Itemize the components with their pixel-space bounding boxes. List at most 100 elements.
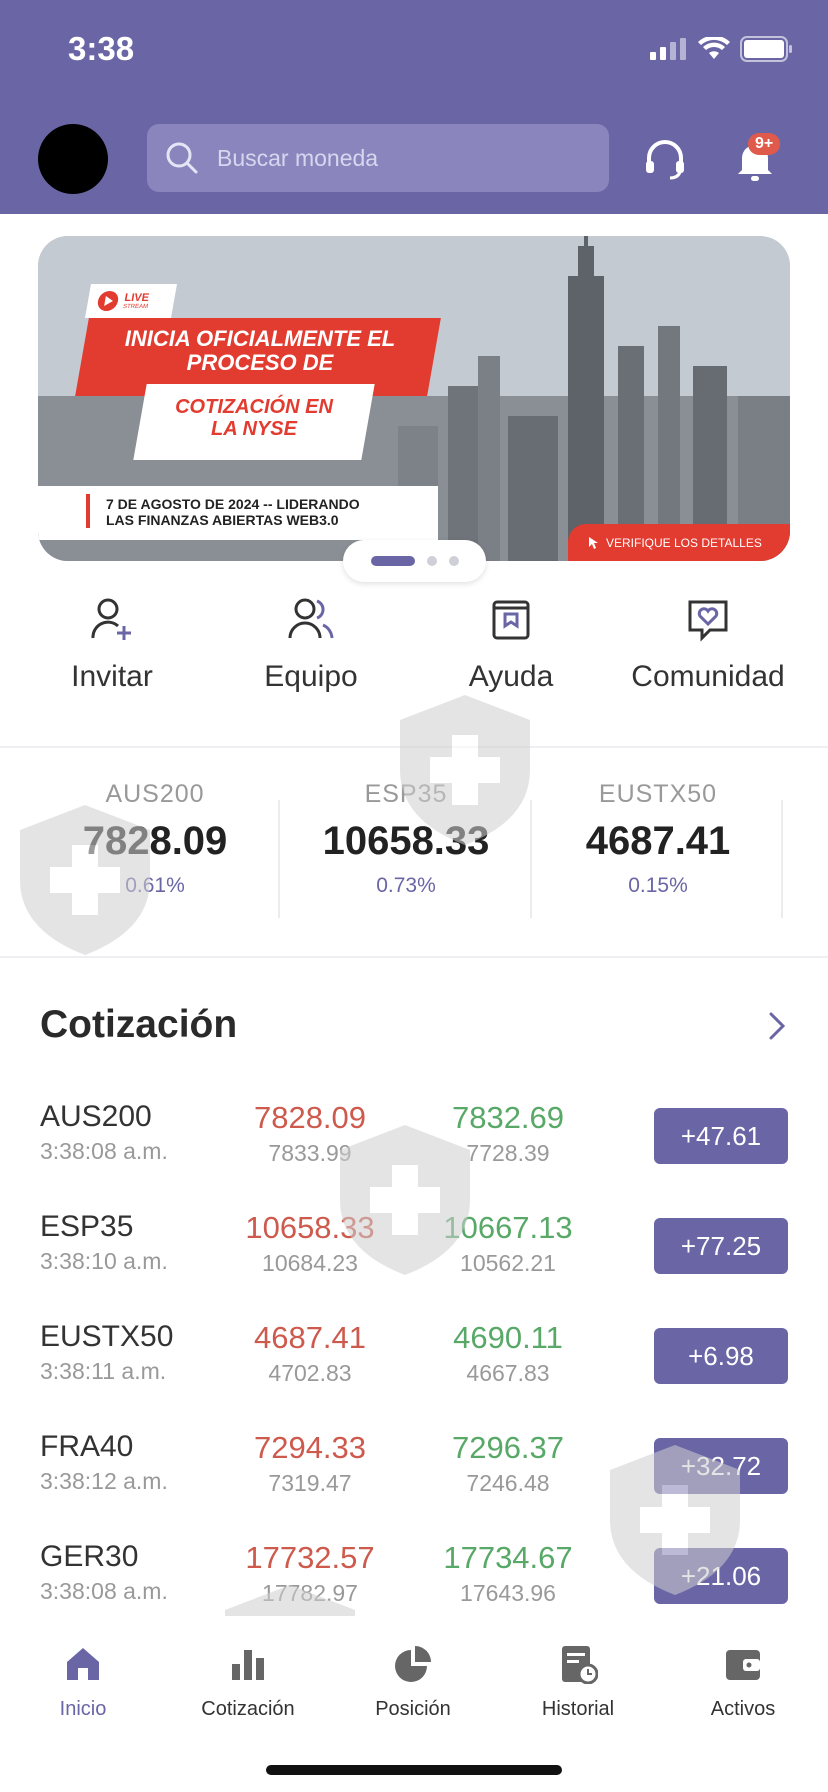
index-card[interactable]: AUS200 7828.09 0.61% bbox=[29, 780, 281, 898]
banner-headline-line1: INICIA OFICIALMENTE EL bbox=[124, 326, 396, 351]
pie-chart-icon bbox=[395, 1646, 431, 1682]
team-icon bbox=[288, 598, 334, 639]
promo-banner[interactable]: LIVE STREAM INICIA OFICIALMENTE EL PROCE… bbox=[38, 236, 790, 561]
tab-label: Activos bbox=[710, 1698, 776, 1720]
quote-symbol: AUS200 bbox=[40, 1100, 152, 1133]
app-header: 3:38 Buscar moneda 9+ bbox=[0, 0, 828, 214]
index-card[interactable]: ESP35 10658.33 0.73% bbox=[280, 780, 532, 898]
carousel-dot-active[interactable] bbox=[370, 556, 415, 566]
index-name: EUSTX50 bbox=[598, 780, 718, 808]
shortcut-label: Comunidad bbox=[631, 660, 785, 693]
index-separator bbox=[530, 800, 532, 918]
quote-ask: 10667.13 bbox=[443, 1210, 573, 1245]
quote-row[interactable]: EUSTX50 3:38:11 a.m. 4687.41 4702.83 469… bbox=[0, 1320, 828, 1410]
quote-ask: 4690.11 bbox=[453, 1320, 563, 1355]
tab-activos[interactable]: Activos bbox=[668, 1644, 818, 1721]
section-divider bbox=[0, 746, 828, 748]
shortcut-comunidad[interactable]: Comunidad bbox=[608, 596, 808, 694]
quote-ask: 7832.69 bbox=[451, 1100, 565, 1135]
quote-change-button[interactable]: +32.72 bbox=[654, 1438, 788, 1494]
banner-date-line2: LAS FINANZAS ABIERTAS WEB3.0 bbox=[106, 512, 339, 528]
pointer-icon bbox=[589, 536, 598, 549]
index-percent: 0.61% bbox=[125, 874, 185, 897]
banner-highlight-line1: COTIZACIÓN EN bbox=[175, 396, 333, 418]
headset-icon[interactable] bbox=[640, 134, 690, 184]
live-badge: LIVE STREAM bbox=[85, 284, 177, 318]
chevron-right-icon[interactable] bbox=[766, 1010, 788, 1042]
tab-label: Inicio bbox=[59, 1698, 107, 1720]
shortcut-label: Invitar bbox=[71, 660, 153, 693]
carousel-dots[interactable] bbox=[343, 540, 486, 582]
battery-icon bbox=[740, 36, 792, 62]
tab-label: Historial bbox=[541, 1698, 615, 1720]
index-summary: AUS200 7828.09 0.61% ESP35 10658.33 0.73… bbox=[0, 780, 828, 920]
tab-historial[interactable]: Historial bbox=[503, 1644, 653, 1721]
index-name: ESP35 bbox=[364, 780, 448, 808]
quote-change-button[interactable]: +21.06 bbox=[654, 1548, 788, 1604]
banner-date-accent bbox=[86, 494, 90, 528]
tab-cotizacion[interactable]: Cotización bbox=[173, 1644, 323, 1721]
history-icon bbox=[562, 1646, 598, 1684]
signal-icon bbox=[650, 38, 686, 60]
banner-date-line1: 7 DE AGOSTO DE 2024 -- LIDERANDO bbox=[106, 496, 360, 512]
shortcut-ayuda[interactable]: Ayuda bbox=[411, 596, 611, 694]
quote-bid: 4687.41 bbox=[253, 1320, 367, 1355]
quote-change-button[interactable]: +77.25 bbox=[654, 1218, 788, 1274]
banner-cta[interactable]: VERIFIQUE LOS DETALLES bbox=[568, 524, 790, 561]
search-input[interactable]: Buscar moneda bbox=[147, 124, 609, 192]
carousel-dot[interactable] bbox=[426, 556, 437, 566]
banner-cta-label: VERIFIQUE LOS DETALLES bbox=[606, 535, 762, 550]
quote-bid-low: 4702.83 bbox=[268, 1360, 352, 1386]
quote-symbol: FRA40 bbox=[40, 1430, 134, 1463]
book-icon bbox=[492, 600, 530, 640]
quote-change-button[interactable]: +47.61 bbox=[654, 1108, 788, 1164]
quote-bid-low: 10684.23 bbox=[262, 1250, 358, 1276]
carousel-dot[interactable] bbox=[448, 556, 459, 566]
wallet-icon bbox=[726, 1650, 760, 1680]
quote-change-button[interactable]: +6.98 bbox=[654, 1328, 788, 1384]
quote-row[interactable]: ESP35 3:38:10 a.m. 10658.33 10684.23 106… bbox=[0, 1210, 828, 1300]
quote-bid-low: 7319.47 bbox=[268, 1470, 352, 1496]
quote-ask-low: 17643.96 bbox=[460, 1580, 556, 1606]
home-indicator bbox=[266, 1765, 562, 1775]
quote-bid: 10658.33 bbox=[245, 1210, 375, 1245]
live-icon bbox=[97, 291, 119, 311]
tab-label: Cotización bbox=[201, 1698, 295, 1720]
index-value: 10658.33 bbox=[322, 819, 490, 863]
shortcut-equipo[interactable]: Equipo bbox=[211, 596, 411, 694]
shortcut-invitar[interactable]: Invitar bbox=[12, 596, 212, 694]
index-value: 7828.09 bbox=[82, 819, 228, 863]
tab-label: Posición bbox=[375, 1698, 451, 1720]
quote-ask-low: 10562.21 bbox=[460, 1250, 556, 1276]
quote-time: 3:38:08 a.m. bbox=[40, 1138, 168, 1164]
search-icon bbox=[166, 142, 198, 174]
index-percent: 0.15% bbox=[628, 874, 688, 897]
index-separator bbox=[278, 800, 280, 918]
quote-bid: 7828.09 bbox=[253, 1100, 367, 1135]
quote-ask: 7296.37 bbox=[451, 1430, 565, 1465]
quote-row[interactable]: FRA40 3:38:12 a.m. 7294.33 7319.47 7296.… bbox=[0, 1430, 828, 1520]
live-sub-label: STREAM bbox=[122, 303, 149, 310]
tab-posicion[interactable]: Posición bbox=[338, 1644, 488, 1721]
user-plus-icon bbox=[91, 598, 131, 640]
quote-bid: 7294.33 bbox=[253, 1430, 367, 1465]
quote-time: 3:38:10 a.m. bbox=[40, 1248, 168, 1274]
avatar[interactable] bbox=[38, 124, 108, 194]
tab-inicio[interactable]: Inicio bbox=[8, 1644, 158, 1721]
quote-row[interactable]: AUS200 3:38:08 a.m. 7828.09 7833.99 7832… bbox=[0, 1100, 828, 1190]
shortcuts: Invitar Equipo Ayuda Comunidad bbox=[0, 596, 828, 706]
quote-ask-low: 4667.83 bbox=[466, 1360, 550, 1386]
index-name: AUS200 bbox=[105, 780, 205, 808]
quote-symbol: EUSTX50 bbox=[40, 1320, 174, 1353]
quote-bid-low: 7833.99 bbox=[268, 1140, 352, 1166]
index-separator bbox=[781, 800, 783, 918]
quote-symbol: ESP35 bbox=[40, 1210, 134, 1243]
chat-heart-icon bbox=[688, 600, 728, 642]
status-icons bbox=[650, 36, 794, 62]
quote-ask-low: 7728.39 bbox=[466, 1140, 550, 1166]
live-label: LIVE bbox=[123, 291, 151, 304]
quote-time: 3:38:12 a.m. bbox=[40, 1468, 168, 1494]
quote-symbol: GER30 bbox=[40, 1540, 139, 1573]
quote-time: 3:38:08 a.m. bbox=[40, 1578, 168, 1604]
index-card[interactable]: EUSTX50 4687.41 0.15% bbox=[532, 780, 784, 898]
